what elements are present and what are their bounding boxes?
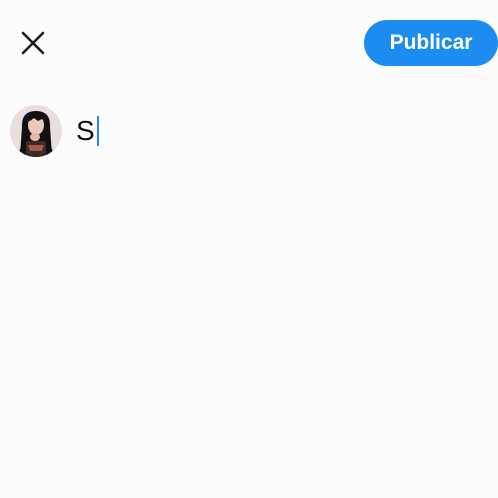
publish-button-label: Publicar (389, 31, 473, 54)
text-caret (96, 116, 99, 146)
compose-input[interactable]: S (76, 112, 99, 150)
user-avatar (10, 105, 62, 157)
compose-screen: Publicar S (0, 0, 498, 498)
compose-text: S (76, 115, 95, 146)
close-icon (21, 31, 45, 55)
publish-button[interactable]: Publicar (364, 20, 498, 66)
close-button[interactable] (14, 24, 52, 62)
avatar[interactable] (10, 105, 62, 157)
